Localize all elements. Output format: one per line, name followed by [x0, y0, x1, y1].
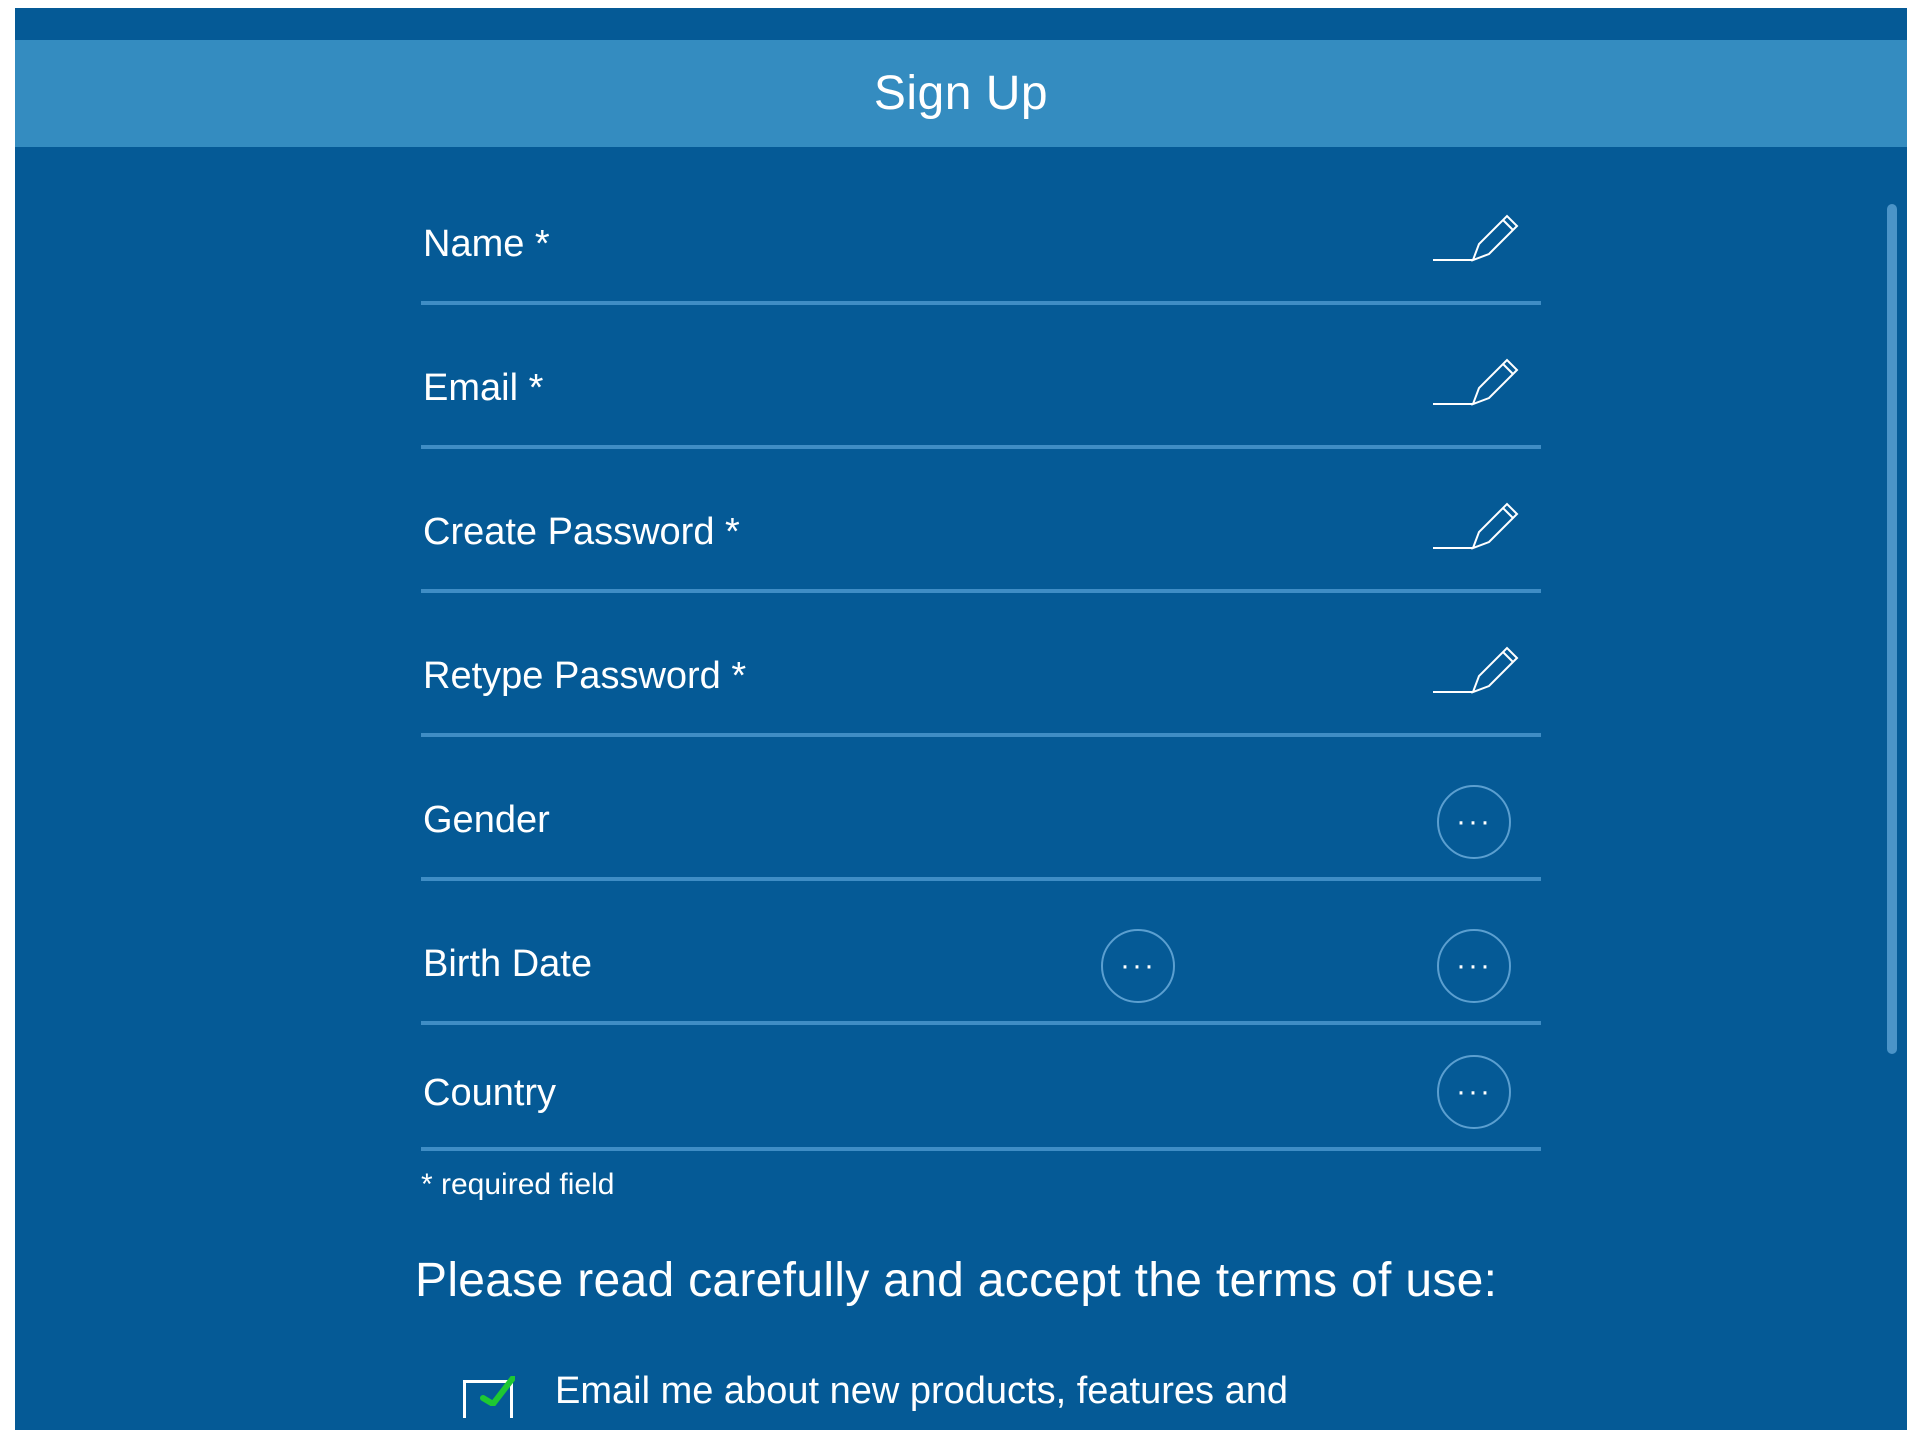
page-title: Sign Up [873, 67, 1049, 120]
required-field-hint: * required field [421, 1168, 615, 1201]
email-field[interactable]: Email * [421, 305, 1541, 449]
country-field[interactable]: Country ··· [421, 1025, 1541, 1151]
gender-field[interactable]: Gender ··· [421, 737, 1541, 881]
create-password-label: Create Password * [423, 511, 740, 553]
gender-label: Gender [423, 799, 550, 841]
retype-password-field[interactable]: Retype Password * [421, 593, 1541, 737]
birth-date-year-button[interactable]: ··· [1437, 929, 1511, 1003]
header-bar: Sign Up [15, 40, 1907, 147]
ellipsis-icon: ··· [1456, 949, 1492, 982]
ellipsis-icon: ··· [1120, 949, 1156, 982]
pencil-icon[interactable] [1429, 638, 1519, 698]
scrollbar-thumb[interactable] [1887, 204, 1897, 1054]
terms-heading: Please read carefully and accept the ter… [415, 1254, 1498, 1307]
name-field[interactable]: Name * [421, 147, 1541, 305]
gender-more-button[interactable]: ··· [1437, 785, 1511, 859]
signup-form: Name * Email * Create Password * Retype … [421, 147, 1541, 1151]
create-password-field[interactable]: Create Password * [421, 449, 1541, 593]
pencil-icon[interactable] [1429, 206, 1519, 266]
birth-date-month-button[interactable]: ··· [1101, 929, 1175, 1003]
retype-password-label: Retype Password * [423, 655, 747, 697]
country-label: Country [423, 1072, 557, 1114]
top-bar [15, 8, 1907, 40]
country-more-button[interactable]: ··· [1437, 1055, 1511, 1129]
email-opt-in[interactable]: Email me about new products, features an… [449, 1358, 1349, 1418]
birth-date-field[interactable]: Birth Date ··· ··· [421, 881, 1541, 1025]
email-opt-in-label: Email me about new products, features an… [555, 1370, 1288, 1412]
ellipsis-icon: ··· [1456, 805, 1492, 838]
email-label: Email * [423, 367, 544, 409]
birth-date-label: Birth Date [423, 943, 592, 985]
pencil-icon[interactable] [1429, 494, 1519, 554]
pencil-icon[interactable] [1429, 350, 1519, 410]
signup-screen: Sign Up Name * Email * Create Password * [15, 8, 1907, 1430]
name-label: Name * [423, 223, 550, 265]
ellipsis-icon: ··· [1456, 1075, 1492, 1108]
checkmark-icon [480, 1376, 515, 1406]
